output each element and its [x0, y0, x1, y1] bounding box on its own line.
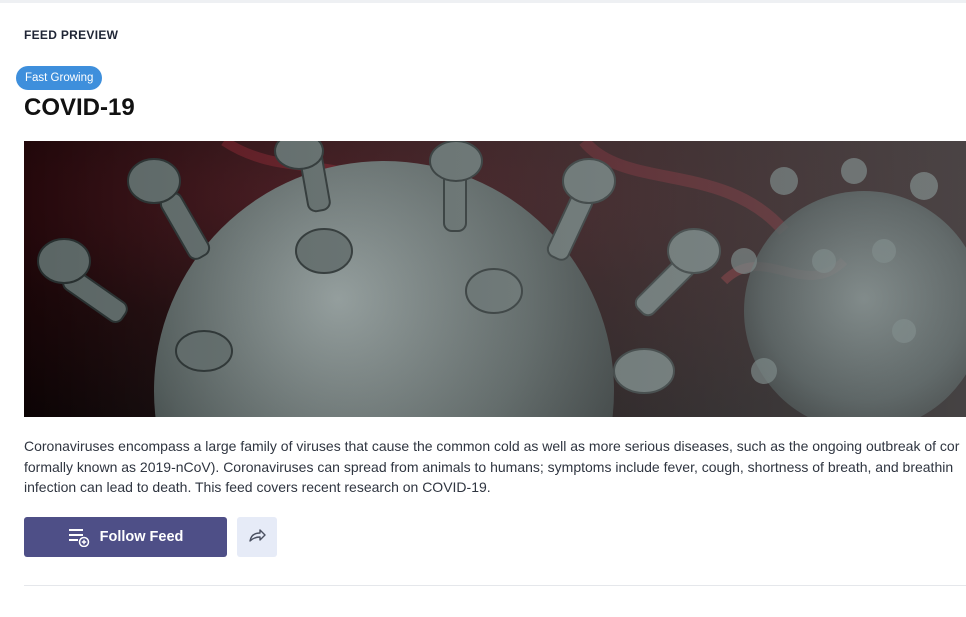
follow-feed-button[interactable]: Follow Feed	[24, 517, 227, 557]
feed-hero-image	[24, 141, 966, 417]
section-label: FEED PREVIEW	[24, 28, 119, 42]
divider	[24, 585, 966, 586]
share-arrow-icon	[248, 527, 266, 548]
share-button[interactable]	[237, 517, 277, 557]
feed-add-icon	[68, 527, 90, 548]
follow-feed-label: Follow Feed	[99, 529, 184, 545]
feed-description-line: Coronaviruses encompass a large family o…	[24, 438, 960, 454]
feed-description: Coronaviruses encompass a large family o…	[24, 436, 966, 502]
feed-description-line: formally known as 2019-nCoV). Coronaviru…	[24, 458, 954, 475]
top-border	[0, 0, 966, 3]
status-badge: Fast Growing	[16, 66, 103, 90]
feed-title: COVID-19	[24, 94, 135, 121]
feed-description-line: infection can lead to death. This feed c…	[24, 479, 491, 495]
